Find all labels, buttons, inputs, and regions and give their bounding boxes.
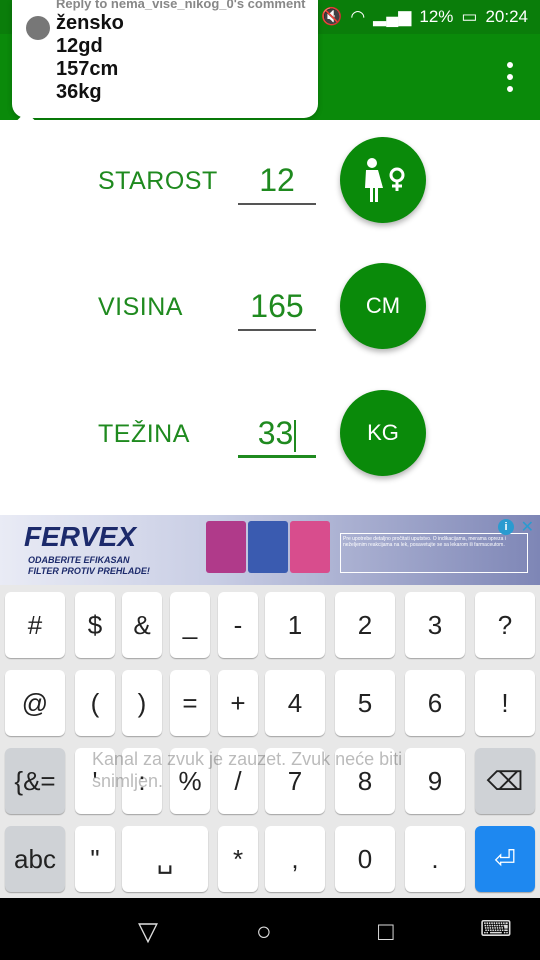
toast-message: Kanal za zvuk je zauzet. Zvuk neće biti … xyxy=(92,749,403,791)
ad-brand: FERVEX xyxy=(24,521,137,552)
key[interactable]: {&= xyxy=(5,748,65,814)
key[interactable]: _ xyxy=(170,592,210,658)
key[interactable]: 4 xyxy=(265,670,325,736)
key[interactable]: @ xyxy=(5,670,65,736)
height-input[interactable]: 165 xyxy=(238,281,316,331)
clock: 20:24 xyxy=(485,7,528,26)
text-caret xyxy=(294,419,297,452)
key[interactable]: ) xyxy=(122,670,162,736)
product-box-image xyxy=(290,521,330,573)
key[interactable]: abc xyxy=(5,826,65,892)
key[interactable]: * xyxy=(218,826,258,892)
ad-slogan: ODABERITE EFIKASAN FILTER PROTIV PREHLAD… xyxy=(28,555,150,577)
height-label: VISINA xyxy=(98,293,183,321)
back-icon[interactable]: ▽ xyxy=(138,916,158,947)
key[interactable]: 1 xyxy=(265,592,325,658)
battery-icon: ▭ xyxy=(461,7,478,26)
close-icon[interactable]: ✕ xyxy=(521,517,534,537)
wifi-icon: ◠ xyxy=(350,7,366,26)
key[interactable]: + xyxy=(218,670,258,736)
key[interactable]: 0 xyxy=(335,826,395,892)
comment-text: žensko 12gd 157cm 36kg xyxy=(56,12,124,104)
key[interactable]: 3 xyxy=(405,592,465,658)
weight-row: TEŽINA 33 KG xyxy=(0,390,540,480)
avatar xyxy=(26,16,50,40)
product-box-image xyxy=(206,521,246,573)
mute-icon: 🔇 xyxy=(321,7,343,26)
comment-line: 12gd xyxy=(56,35,103,57)
key[interactable]: , xyxy=(265,826,325,892)
comment-bubble: Reply to nema_vise_nikog_0's comment žen… xyxy=(12,0,318,129)
enter-key[interactable]: ⏎ xyxy=(475,826,535,892)
gender-button[interactable] xyxy=(340,137,426,223)
weight-unit-button[interactable]: KG xyxy=(340,390,426,476)
product-box-image xyxy=(248,521,288,573)
age-input[interactable]: 12 xyxy=(238,155,316,205)
key[interactable]: . xyxy=(405,826,465,892)
comment-line: 36kg xyxy=(56,81,102,103)
gender-female-icon xyxy=(365,158,405,202)
overflow-menu-icon[interactable] xyxy=(500,62,520,92)
recents-icon[interactable]: □ xyxy=(378,916,394,947)
key[interactable]: 2 xyxy=(335,592,395,658)
comment-line: žensko xyxy=(56,12,124,34)
ad-slogan-line: FILTER PROTIV PREHLADE! xyxy=(28,566,150,576)
weight-label: TEŽINA xyxy=(98,420,190,448)
info-icon[interactable]: i xyxy=(498,519,514,535)
space-key[interactable]: ␣ xyxy=(122,826,208,892)
navigation-bar: ▽ ○ □ ⌨ xyxy=(0,898,540,960)
height-row: VISINA 165 CM xyxy=(0,263,540,353)
weight-input[interactable]: 33 xyxy=(238,408,316,458)
battery-percent: 12% xyxy=(419,7,454,26)
ad-banner[interactable]: FERVEX ODABERITE EFIKASAN FILTER PROTIV … xyxy=(0,515,540,585)
key[interactable]: = xyxy=(170,670,210,736)
ad-slogan-line: ODABERITE EFIKASAN xyxy=(28,555,130,565)
status-icons: 🔇 ◠ ▂▄▆ 12% ▭ 20:24 xyxy=(321,7,528,27)
height-unit-button[interactable]: CM xyxy=(340,263,426,349)
key[interactable]: 5 xyxy=(335,670,395,736)
comment-line: 157cm xyxy=(56,58,119,80)
key[interactable]: ! xyxy=(475,670,535,736)
key[interactable]: 6 xyxy=(405,670,465,736)
key[interactable]: & xyxy=(122,592,162,658)
key[interactable]: - xyxy=(218,592,258,658)
bmi-form: STAROST 12 VISINA 165 CM TEŽINA 33 KG xyxy=(0,120,540,510)
home-icon[interactable]: ○ xyxy=(256,916,272,947)
keyboard-icon[interactable]: ⌨ xyxy=(480,916,512,942)
key[interactable]: ( xyxy=(75,670,115,736)
reply-header: Reply to nema_vise_nikog_0's comment xyxy=(56,0,306,11)
key[interactable]: # xyxy=(5,592,65,658)
age-label: STAROST xyxy=(98,167,218,195)
ad-notice: Pre upotrebe detaljno pročitati uputstvo… xyxy=(340,533,528,573)
age-row: STAROST 12 xyxy=(0,137,540,227)
backspace-key[interactable]: ⌫ xyxy=(475,748,535,814)
key[interactable]: ? xyxy=(475,592,535,658)
weight-value: 33 xyxy=(257,415,294,451)
key[interactable]: $ xyxy=(75,592,115,658)
signal-icon: ▂▄▆ xyxy=(373,7,412,26)
key[interactable]: " xyxy=(75,826,115,892)
